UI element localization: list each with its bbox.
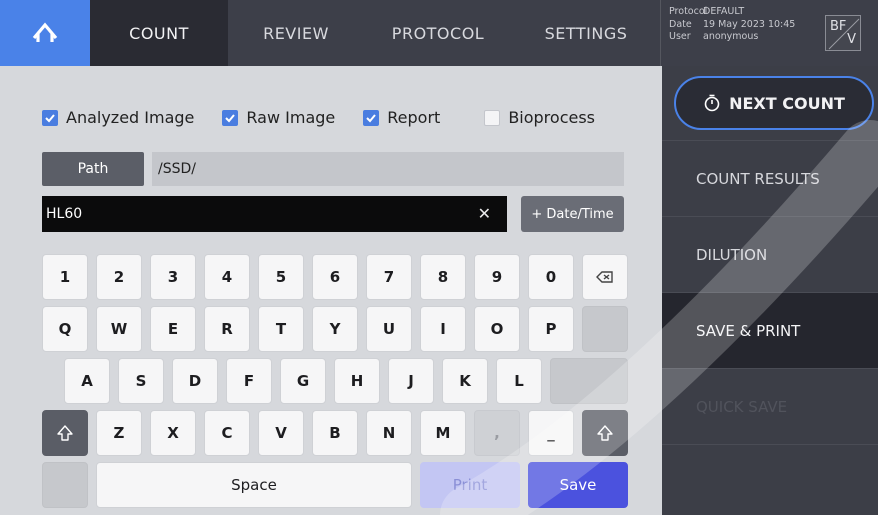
key[interactable]: R — [204, 306, 250, 352]
key[interactable]: F — [226, 358, 272, 404]
checkbox-checked-icon[interactable] — [222, 109, 239, 126]
path-button[interactable]: Path — [42, 152, 144, 186]
key[interactable]: W — [96, 306, 142, 352]
option-bioprocess[interactable]: Bioprocess — [484, 108, 595, 127]
option-analyzed-image[interactable]: Analyzed Image — [42, 108, 194, 127]
backspace-icon — [596, 271, 613, 283]
key[interactable]: Z — [96, 410, 142, 456]
mode-bf-label: BF — [830, 19, 847, 34]
key[interactable]: N — [366, 410, 412, 456]
side-item-count-results[interactable]: COUNT RESULTS — [662, 140, 878, 216]
key[interactable]: 5 — [258, 254, 304, 300]
checkbox-checked-icon[interactable] — [363, 109, 380, 126]
key[interactable]: E — [150, 306, 196, 352]
save-options: Analyzed Image Raw Image Report Bioproce… — [42, 108, 623, 127]
key[interactable]: C — [204, 410, 250, 456]
stopwatch-icon — [704, 94, 720, 112]
home-icon — [32, 22, 58, 42]
key[interactable]: O — [474, 306, 520, 352]
add-datetime-button[interactable]: + Date/Time — [521, 196, 624, 232]
checkbox-checked-icon[interactable] — [42, 109, 58, 126]
side-menu: NEXT COUNT COUNT RESULTS DILUTION SAVE &… — [662, 66, 878, 515]
side-item-save-print[interactable]: SAVE & PRINT — [662, 292, 878, 368]
key[interactable]: P — [528, 306, 574, 352]
blank-key — [582, 306, 628, 352]
backspace-key[interactable] — [582, 254, 628, 300]
session-info: Protocol DEFAULT Date 19 May 2023 10:45 Us… — [660, 0, 808, 66]
key[interactable]: 3 — [150, 254, 196, 300]
side-item-dilution[interactable]: DILUTION — [662, 216, 878, 292]
home-button[interactable] — [0, 0, 90, 66]
option-raw-image[interactable]: Raw Image — [222, 108, 335, 127]
key[interactable]: 2 — [96, 254, 142, 300]
checkbox-unchecked-icon[interactable] — [484, 109, 501, 126]
tab-review[interactable]: REVIEW — [228, 0, 364, 66]
key[interactable]: 6 — [312, 254, 358, 300]
key[interactable]: U — [366, 306, 412, 352]
key[interactable]: 8 — [420, 254, 466, 300]
option-label: Analyzed Image — [66, 108, 195, 127]
underscore-key[interactable]: _ — [528, 410, 574, 456]
tab-count[interactable]: COUNT — [90, 0, 228, 66]
save-panel: Analyzed Image Raw Image Report Bioproce… — [0, 66, 662, 515]
key[interactable]: B — [312, 410, 358, 456]
option-label: Bioprocess — [508, 108, 596, 127]
option-label: Raw Image — [246, 108, 336, 127]
key[interactable]: Y — [312, 306, 358, 352]
shift-icon — [597, 425, 613, 441]
key[interactable]: S — [118, 358, 164, 404]
mode-v-label: V — [847, 32, 856, 47]
key[interactable]: M — [420, 410, 466, 456]
bf-v-mode-button[interactable]: BF V — [825, 15, 861, 51]
space-key[interactable]: Space — [96, 462, 412, 508]
blank-key — [42, 462, 88, 508]
date-label: Date — [669, 18, 692, 30]
option-label: Report — [387, 108, 441, 127]
key[interactable]: G — [280, 358, 326, 404]
filename-value: HL60 — [46, 206, 83, 222]
key[interactable]: A — [64, 358, 110, 404]
date-value: 19 May 2023 10:45 — [703, 18, 796, 30]
comma-key[interactable]: , — [474, 410, 520, 456]
key[interactable]: 0 — [528, 254, 574, 300]
next-count-label: NEXT COUNT — [729, 93, 845, 113]
key[interactable]: D — [172, 358, 218, 404]
side-empty-area — [662, 444, 878, 515]
key[interactable]: 7 — [366, 254, 412, 300]
key[interactable]: 4 — [204, 254, 250, 300]
key[interactable]: X — [150, 410, 196, 456]
key[interactable]: L — [496, 358, 542, 404]
filename-input[interactable]: HL60 ✕ — [42, 196, 507, 232]
side-item-quick-save: QUICK SAVE — [662, 368, 878, 444]
key[interactable]: H — [334, 358, 380, 404]
protocol-label: Protocol — [669, 6, 708, 17]
top-bar: COUNT REVIEW PROTOCOL SETTINGS Protocol D… — [0, 0, 878, 66]
clear-icon[interactable]: ✕ — [478, 204, 491, 223]
blank-key — [550, 358, 628, 404]
key[interactable]: K — [442, 358, 488, 404]
option-report[interactable]: Report — [363, 108, 440, 127]
path-field[interactable]: /SSD/ — [152, 152, 624, 186]
key[interactable]: 1 — [42, 254, 88, 300]
shift-left-key[interactable] — [42, 410, 88, 456]
user-label: User — [669, 31, 691, 42]
mode-toggle-area: BF V — [808, 0, 878, 66]
key[interactable]: T — [258, 306, 304, 352]
key[interactable]: Q — [42, 306, 88, 352]
protocol-value: DEFAULT — [703, 6, 745, 17]
key[interactable]: V — [258, 410, 304, 456]
tab-protocol[interactable]: PROTOCOL — [364, 0, 512, 66]
key[interactable]: 9 — [474, 254, 520, 300]
save-button[interactable]: Save — [528, 462, 628, 508]
next-count-button[interactable]: NEXT COUNT — [674, 76, 874, 130]
key[interactable]: J — [388, 358, 434, 404]
shift-right-key[interactable] — [582, 410, 628, 456]
key[interactable]: I — [420, 306, 466, 352]
tab-settings[interactable]: SETTINGS — [512, 0, 660, 66]
shift-icon — [57, 425, 73, 441]
print-button[interactable]: Print — [420, 462, 520, 508]
user-value: anonymous — [703, 31, 759, 42]
